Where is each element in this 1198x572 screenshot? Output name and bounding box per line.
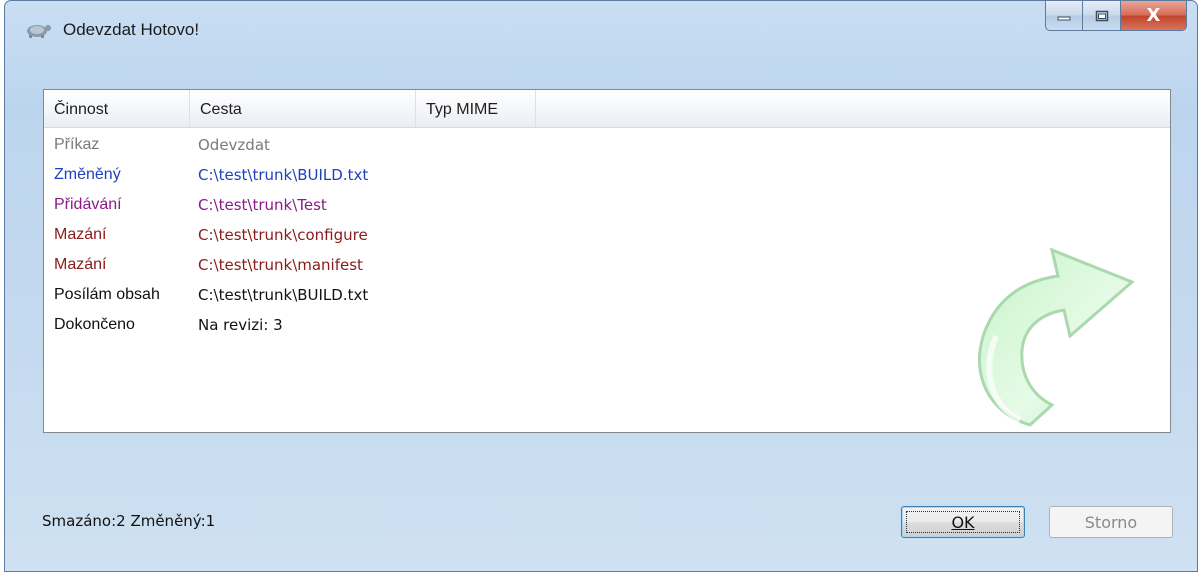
- column-header-path[interactable]: Cesta: [190, 90, 416, 127]
- list-item[interactable]: Příkaz Odevzdat: [44, 130, 1170, 160]
- caption-buttons: X: [1045, 1, 1187, 31]
- minimize-icon: [1057, 16, 1071, 20]
- close-button[interactable]: X: [1121, 1, 1187, 31]
- window-title: Odevzdat Hotovo!: [63, 20, 200, 39]
- list-item[interactable]: Změněný C:\test\trunk\BUILD.txt: [44, 160, 1170, 190]
- commit-arrow-icon: [977, 247, 1135, 427]
- maximize-icon: [1095, 10, 1108, 21]
- path-cell: C:\test\trunk\Test: [198, 196, 327, 214]
- action-cell: Mazání: [54, 256, 107, 273]
- status-summary: Smazáno:2 Změněný:1: [42, 512, 216, 530]
- ok-button[interactable]: OK: [901, 506, 1025, 538]
- action-cell: Posílám obsah: [54, 286, 160, 303]
- minimize-button[interactable]: [1045, 1, 1083, 31]
- action-cell: Dokončeno: [54, 316, 135, 333]
- path-cell: Odevzdat: [198, 136, 270, 154]
- column-header-mime[interactable]: Typ MIME: [416, 90, 536, 127]
- focus-rect: [906, 511, 1020, 533]
- action-cell: Mazání: [54, 226, 107, 243]
- cancel-button-label: Storno: [1084, 512, 1138, 532]
- path-cell: C:\test\trunk\BUILD.txt: [198, 166, 369, 184]
- tortoise-icon: [27, 25, 51, 38]
- maximize-button[interactable]: [1083, 1, 1121, 31]
- path-cell: C:\test\trunk\configure: [198, 226, 368, 244]
- action-cell: Přidávání: [54, 196, 122, 213]
- path-cell: C:\test\trunk\manifest: [198, 256, 363, 274]
- cancel-button[interactable]: Storno: [1049, 506, 1173, 538]
- close-icon: X: [1146, 5, 1161, 26]
- column-header-action[interactable]: Činnost: [44, 90, 190, 127]
- action-cell: Příkaz: [54, 136, 100, 153]
- path-cell: Na revizi: 3: [198, 316, 283, 334]
- list-header: Činnost Cesta Typ MIME: [44, 90, 1170, 128]
- path-cell: C:\test\trunk\BUILD.txt: [198, 286, 369, 304]
- action-cell: Změněný: [54, 166, 121, 183]
- commit-finished-dialog: Odevzdat Hotovo! X Činnost Cesta Typ MIM: [4, 0, 1198, 572]
- action-list[interactable]: Činnost Cesta Typ MIME Příkaz Odevzdat Změ…: [43, 89, 1171, 433]
- title-bar[interactable]: Odevzdat Hotovo! X: [5, 1, 1197, 53]
